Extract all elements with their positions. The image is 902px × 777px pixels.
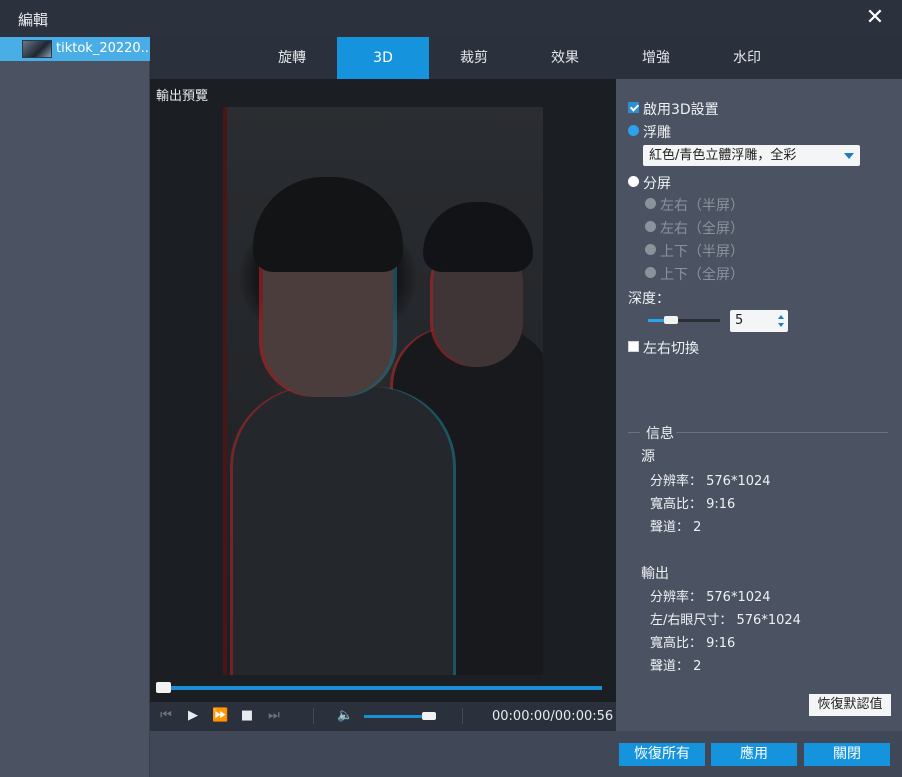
tab-enhance[interactable]: 增強 [610, 37, 702, 79]
tab-effect[interactable]: 效果 [519, 37, 611, 79]
skip-back-icon[interactable]: ⏮ [158, 708, 174, 724]
split-option-label: 左右（半屏） [660, 198, 744, 214]
enable-3d-checkbox[interactable] [628, 102, 639, 113]
volume-handle[interactable] [422, 712, 436, 720]
source-resolution: 分辨率： 576*1024 [650, 474, 771, 489]
divider [676, 432, 888, 433]
split-option-radio[interactable] [645, 267, 656, 278]
source-aspect: 寬高比： 9:16 [650, 497, 736, 512]
split-option-label: 上下（半屏） [660, 244, 744, 260]
swap-lr-checkbox[interactable] [628, 341, 639, 352]
tab-rotate[interactable]: 旋轉 [246, 37, 338, 79]
source-channels: 聲道： 2 [650, 520, 702, 535]
output-aspect: 寬高比： 9:16 [650, 636, 736, 651]
source-title: 源 [641, 449, 655, 465]
depth-spinbox[interactable]: 5 [730, 310, 788, 332]
tab-crop[interactable]: 裁剪 [428, 37, 520, 79]
split-option-label: 上下（全屏） [660, 267, 744, 283]
file-list-item[interactable]: tiktok_20220... [0, 37, 150, 61]
split-screen-label: 分屏 [643, 176, 671, 192]
file-name: tiktok_20220... [56, 41, 148, 56]
output-preview-panel: 輸出預覽 [150, 79, 616, 731]
enable-3d-label: 啟用3D設置 [643, 102, 719, 118]
video-preview [223, 107, 543, 675]
skip-forward-icon[interactable]: ⏭ [266, 708, 282, 724]
preview-label: 輸出預覽 [156, 89, 209, 104]
stop-icon[interactable]: ■ [239, 708, 255, 724]
video-figure [253, 177, 403, 272]
split-option-radio[interactable] [645, 198, 656, 209]
output-title: 輸出 [641, 566, 669, 582]
depth-slider[interactable] [648, 319, 720, 322]
output-channels: 聲道： 2 [650, 659, 702, 674]
anaglyph-type-value: 紅色/青色立體浮雕，全彩 [649, 148, 797, 163]
tab-3d[interactable]: 3D [337, 37, 429, 79]
split-option-label: 左右（全屏） [660, 221, 744, 237]
time-display: 00:00:00/00:00:56 [492, 709, 614, 724]
restore-all-button[interactable]: 恢復所有 [619, 743, 705, 766]
divider [313, 708, 314, 724]
playback-controls: ⏮ ▶ ⏩ ■ ⏭ 🔈 00:00:00/00:00:56 [150, 702, 616, 731]
split-option-radio[interactable] [645, 221, 656, 232]
output-eye-size: 左/右眼尺寸： 576*1024 [650, 613, 801, 628]
apply-button[interactable]: 應用 [711, 743, 797, 766]
fast-forward-icon[interactable]: ⏩ [212, 708, 228, 724]
video-edge [223, 107, 227, 675]
anaglyph-label: 浮雕 [643, 125, 671, 141]
info-title: 信息 [646, 426, 674, 442]
window-title: 編輯 [18, 11, 49, 29]
reset-defaults-button[interactable]: 恢復默認值 [809, 694, 891, 716]
depth-label: 深度： [628, 291, 670, 307]
video-figure [233, 387, 453, 675]
play-icon[interactable]: ▶ [185, 708, 201, 724]
tab-bar: 旋轉 3D 裁剪 效果 增強 水印 [150, 37, 902, 79]
volume-icon[interactable]: 🔈 [337, 708, 353, 724]
anaglyph-type-select[interactable]: 紅色/青色立體浮雕，全彩 [643, 145, 860, 166]
swap-lr-label: 左右切換 [643, 341, 699, 357]
output-resolution: 分辨率： 576*1024 [650, 590, 771, 605]
timeline-track[interactable] [156, 682, 602, 693]
split-option-radio[interactable] [645, 244, 656, 255]
spin-up-icon[interactable] [778, 315, 784, 319]
depth-value: 5 [735, 313, 744, 328]
footer-bar: 恢復所有 應用 關閉 [150, 731, 902, 777]
file-sidebar: tiktok_20220... [0, 37, 150, 777]
split-screen-radio[interactable] [628, 176, 639, 187]
divider [628, 432, 640, 433]
timeline-handle[interactable] [156, 682, 171, 693]
title-bar: 編輯 ✕ [0, 0, 902, 37]
divider [462, 708, 463, 724]
video-figure [423, 202, 533, 272]
video-thumbnail [22, 40, 52, 58]
tab-watermark[interactable]: 水印 [701, 37, 793, 79]
3d-settings-panel: 啟用3D設置 浮雕 紅色/青色立體浮雕，全彩 分屏 左右（半屏） 左右（全屏） … [616, 79, 902, 731]
close-button[interactable]: 關閉 [804, 743, 890, 766]
spin-down-icon[interactable] [778, 323, 784, 327]
close-icon[interactable]: ✕ [864, 7, 886, 29]
anaglyph-radio[interactable] [628, 125, 639, 136]
chevron-down-icon [844, 153, 854, 159]
depth-slider-handle[interactable] [664, 316, 678, 324]
